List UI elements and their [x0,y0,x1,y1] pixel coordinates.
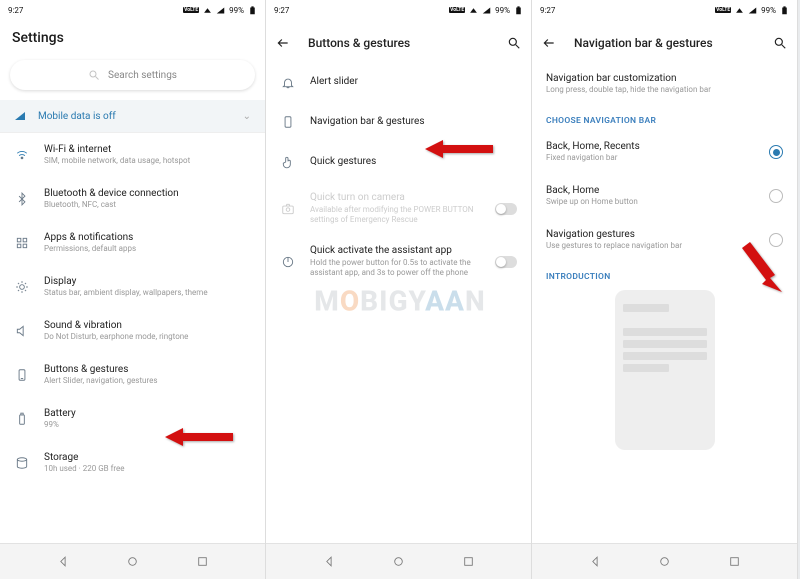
section-choose-nav: CHOOSE NAVIGATION BAR [532,106,797,130]
camera-icon [280,202,296,216]
toggle [495,203,517,215]
status-bar: 9:27 VoLTE99% [266,0,531,20]
item-quick-activate-assistant[interactable]: Quick activate the assistant appHold the… [266,235,531,288]
phone-icon [280,115,296,129]
battery-icon [14,412,30,426]
item-display[interactable]: DisplayStatus bar, ambient display, wall… [0,265,265,309]
apps-icon [14,236,30,250]
page-title: Settings [0,20,265,54]
status-bar: 9:27 VoLTE 99% [0,0,265,20]
item-navigation-bar-gestures[interactable]: Navigation bar & gestures [266,102,531,142]
item-quick-turn-on-camera: Quick turn on cameraAvailable after modi… [266,182,531,235]
nav-recents-icon[interactable] [196,555,209,568]
pane-settings: 9:27 VoLTE 99% Settings Search settings … [0,0,266,579]
signal-icon [14,110,26,122]
radio[interactable] [769,233,783,247]
item-battery[interactable]: Battery99% [0,397,265,441]
pane-navigation-bar-gestures: 9:27 VoLTE99% Navigation bar & gestures … [532,0,798,579]
header: Navigation bar & gestures [532,20,797,56]
item-storage[interactable]: Storage10h used · 220 GB free [0,441,265,485]
nav-back-icon[interactable] [323,555,336,568]
back-icon[interactable] [542,36,556,50]
opt-back-home[interactable]: Back, HomeSwipe up on Home button [532,174,797,218]
status-icons: VoLTE 99% [183,6,257,15]
display-icon [14,280,30,294]
sound-icon [14,324,30,338]
bluetooth-icon [14,192,30,206]
opt-navigation-gestures[interactable]: Navigation gesturesUse gestures to repla… [532,218,797,262]
search-placeholder: Search settings [108,70,177,81]
nav-bar [266,543,531,579]
item-navbar-customization[interactable]: Navigation bar customizationLong press, … [532,62,797,106]
page-title: Buttons & gestures [308,36,507,50]
bell-icon [280,75,296,89]
storage-icon [14,456,30,470]
item-buttons-gestures[interactable]: Buttons & gesturesAlert Slider, navigati… [0,353,265,397]
item-quick-gestures[interactable]: Quick gestures [266,142,531,182]
nav-bar [0,543,265,579]
nav-back-icon[interactable] [57,555,70,568]
chevron-down-icon: ⌄ [243,111,251,122]
phone-illustration [615,290,715,450]
nav-home-icon[interactable] [392,555,405,568]
nav-home-icon[interactable] [126,555,139,568]
nav-bar [532,543,797,579]
toggle[interactable] [495,256,517,268]
search-bar[interactable]: Search settings [10,60,255,90]
search-icon [88,69,100,81]
search-icon[interactable] [507,36,521,50]
section-introduction: INTRODUCTION [532,262,797,286]
back-icon[interactable] [276,36,290,50]
power-icon [280,255,296,269]
header: Buttons & gestures [266,20,531,56]
search-icon[interactable] [773,36,787,50]
radio[interactable] [769,189,783,203]
item-alert-slider[interactable]: Alert slider [266,62,531,102]
pane-buttons-gestures: 9:27 VoLTE99% Buttons & gestures Alert s… [266,0,532,579]
wifi-icon [14,148,30,162]
page-title: Navigation bar & gestures [574,36,773,50]
nav-home-icon[interactable] [658,555,671,568]
gestures-icon [14,368,30,382]
mobile-data-banner[interactable]: Mobile data is off ⌄ [0,100,265,132]
hand-icon [280,155,296,169]
nav-back-icon[interactable] [589,555,602,568]
status-bar: 9:27 VoLTE99% [532,0,797,20]
item-bluetooth-device[interactable]: Bluetooth & device connectionBluetooth, … [0,177,265,221]
nav-recents-icon[interactable] [462,555,475,568]
item-sound-vibration[interactable]: Sound & vibrationDo Not Disturb, earphon… [0,309,265,353]
item-wifi-internet[interactable]: Wi-Fi & internetSIM, mobile network, dat… [0,133,265,177]
opt-back-home-recents[interactable]: Back, Home, RecentsFixed navigation bar [532,130,797,174]
nav-recents-icon[interactable] [728,555,741,568]
item-apps-notifications[interactable]: Apps & notificationsPermissions, default… [0,221,265,265]
clock: 9:27 [8,6,23,15]
radio[interactable] [769,145,783,159]
